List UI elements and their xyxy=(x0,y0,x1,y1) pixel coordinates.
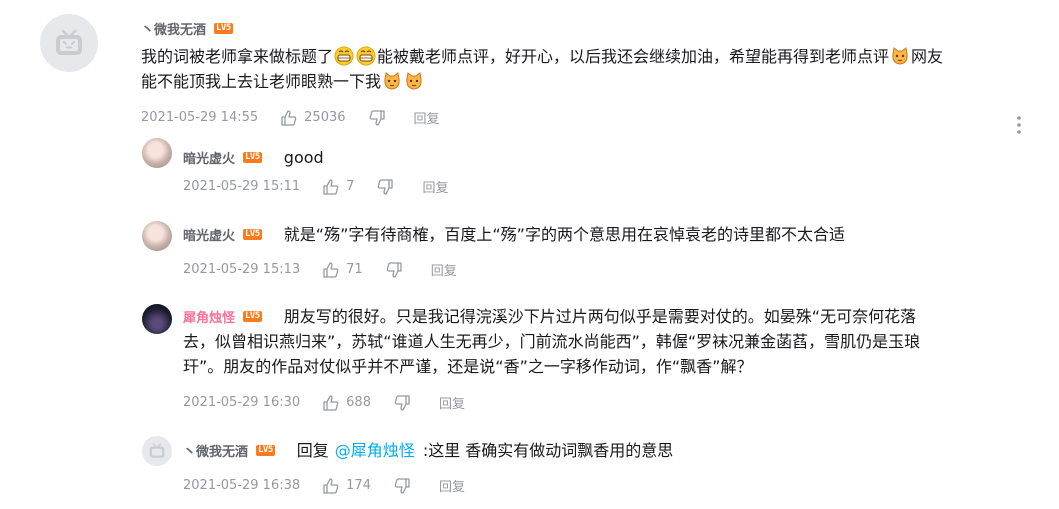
like-count: 688 xyxy=(346,395,371,410)
avatar[interactable] xyxy=(142,304,172,334)
like-count: 71 xyxy=(346,262,363,277)
more-dots-icon xyxy=(1017,116,1021,134)
grin-emoji-icon xyxy=(356,46,376,66)
comment-text-part3: 网友 xyxy=(911,47,944,66)
reply-username[interactable]: 丶微我无酒 xyxy=(183,441,248,460)
avatar[interactable] xyxy=(40,14,98,72)
like-button[interactable]: 688 xyxy=(322,394,371,412)
level-badge: LV5 xyxy=(243,229,262,240)
reply-button[interactable]: 回复 xyxy=(422,177,448,196)
level-badge: LV5 xyxy=(214,23,233,34)
cat-emoji-icon xyxy=(892,47,908,65)
reply-prefix: 回复 xyxy=(296,441,329,460)
reply-text: 就是“殇”字有待商榷，百度上“殇”字的两个意思用在哀悼袁老的诗里都不太合适 xyxy=(283,225,845,244)
tv-avatar-icon xyxy=(149,443,165,458)
thumb-down-icon xyxy=(378,178,394,195)
thumb-up-icon xyxy=(323,261,339,278)
dislike-button[interactable] xyxy=(393,477,417,495)
like-button[interactable]: 25036 xyxy=(280,109,346,127)
reply-meta: 2021-05-29 16:38 174 回复 xyxy=(183,476,465,495)
reply-time: 2021-05-29 15:13 xyxy=(183,262,301,277)
dislike-button[interactable] xyxy=(385,261,409,279)
comment-time: 2021-05-29 14:55 xyxy=(141,110,259,125)
reply-username[interactable]: 犀角烛怪 xyxy=(183,307,235,326)
reply-text-line2: 去，似曾相识燕归来”，苏轼“谁道人生无再少，门前流水尚能西”，韩偓“罗袜况兼金菡… xyxy=(183,332,921,351)
more-options-button[interactable] xyxy=(1014,114,1024,136)
like-count: 7 xyxy=(346,179,355,194)
reply-username[interactable]: 暗光虚火 xyxy=(183,225,235,244)
comment-text-line2: 能不能顶我上去让老师眼熟一下我 xyxy=(141,72,382,91)
reply-meta: 2021-05-29 15:11 7 回复 xyxy=(183,177,448,196)
avatar[interactable] xyxy=(142,221,172,251)
reply-meta: 2021-05-29 15:13 71 回复 xyxy=(183,260,457,279)
avatar[interactable] xyxy=(142,436,172,466)
reply-button[interactable]: 回复 xyxy=(414,108,440,127)
dislike-button[interactable] xyxy=(393,394,417,412)
tv-avatar-icon xyxy=(56,29,82,55)
comment-text: 我的词被老师拿来做标题了 能被戴老师点评，好开心，以后我还会继续加油，希望能再得到… xyxy=(141,44,1041,94)
avatar[interactable] xyxy=(142,138,172,168)
comment-username[interactable]: 丶微我无酒 xyxy=(141,19,206,38)
thumb-up-icon xyxy=(323,394,339,411)
comment-text-part2: 能被戴老师点评，好开心，以后我还会继续加油，希望能再得到老师点评 xyxy=(377,47,890,66)
reply-text-line3: 玕”。朋友的作品对仗似乎并不严谨，还是说“香”之一字移作动词，作“飘香”解？ xyxy=(183,357,753,376)
thumb-down-icon xyxy=(394,477,410,494)
like-button[interactable]: 174 xyxy=(322,477,371,495)
mention-link[interactable]: @犀角烛怪 xyxy=(335,438,415,463)
dislike-button[interactable] xyxy=(376,178,400,196)
reply-time: 2021-05-29 16:30 xyxy=(183,395,301,410)
like-button[interactable]: 71 xyxy=(322,261,363,279)
reply-time: 2021-05-29 15:11 xyxy=(183,179,301,194)
thumb-down-icon xyxy=(394,394,410,411)
level-badge: LV5 xyxy=(243,152,262,163)
like-button[interactable]: 7 xyxy=(322,178,354,196)
thumb-up-icon xyxy=(323,477,339,494)
reply-meta: 2021-05-29 16:30 688 回复 xyxy=(183,393,465,412)
reply-time: 2021-05-29 16:38 xyxy=(183,478,301,493)
reply-text: :这里 香确实有做动词飘香用的意思 xyxy=(422,441,674,460)
level-badge: LV5 xyxy=(243,311,262,322)
reply-text-line1: 朋友写的很好。只是我记得浣溪沙下片过片两句似乎是需要对仗的。如晏殊“无可奈何花落 xyxy=(283,307,917,326)
level-badge: LV5 xyxy=(256,445,275,456)
like-count: 174 xyxy=(346,478,371,493)
cat-emoji-icon xyxy=(406,72,422,90)
reply-username[interactable]: 暗光虚火 xyxy=(183,148,235,167)
comment-meta: 2021-05-29 14:55 25036 回复 xyxy=(141,108,440,127)
dislike-button[interactable] xyxy=(368,109,392,127)
thumb-down-icon xyxy=(386,261,402,278)
reply-button[interactable]: 回复 xyxy=(431,260,457,279)
thumb-up-icon xyxy=(323,178,339,195)
thumb-up-icon xyxy=(281,109,297,126)
like-count: 25036 xyxy=(304,110,346,125)
thumb-down-icon xyxy=(369,109,385,126)
reply-button[interactable]: 回复 xyxy=(439,476,465,495)
grin-emoji-icon xyxy=(334,46,354,66)
reply-text: good xyxy=(283,148,324,167)
cat-emoji-icon xyxy=(384,72,400,90)
comment-text-part1: 我的词被老师拿来做标题了 xyxy=(141,47,334,66)
reply-button[interactable]: 回复 xyxy=(439,393,465,412)
